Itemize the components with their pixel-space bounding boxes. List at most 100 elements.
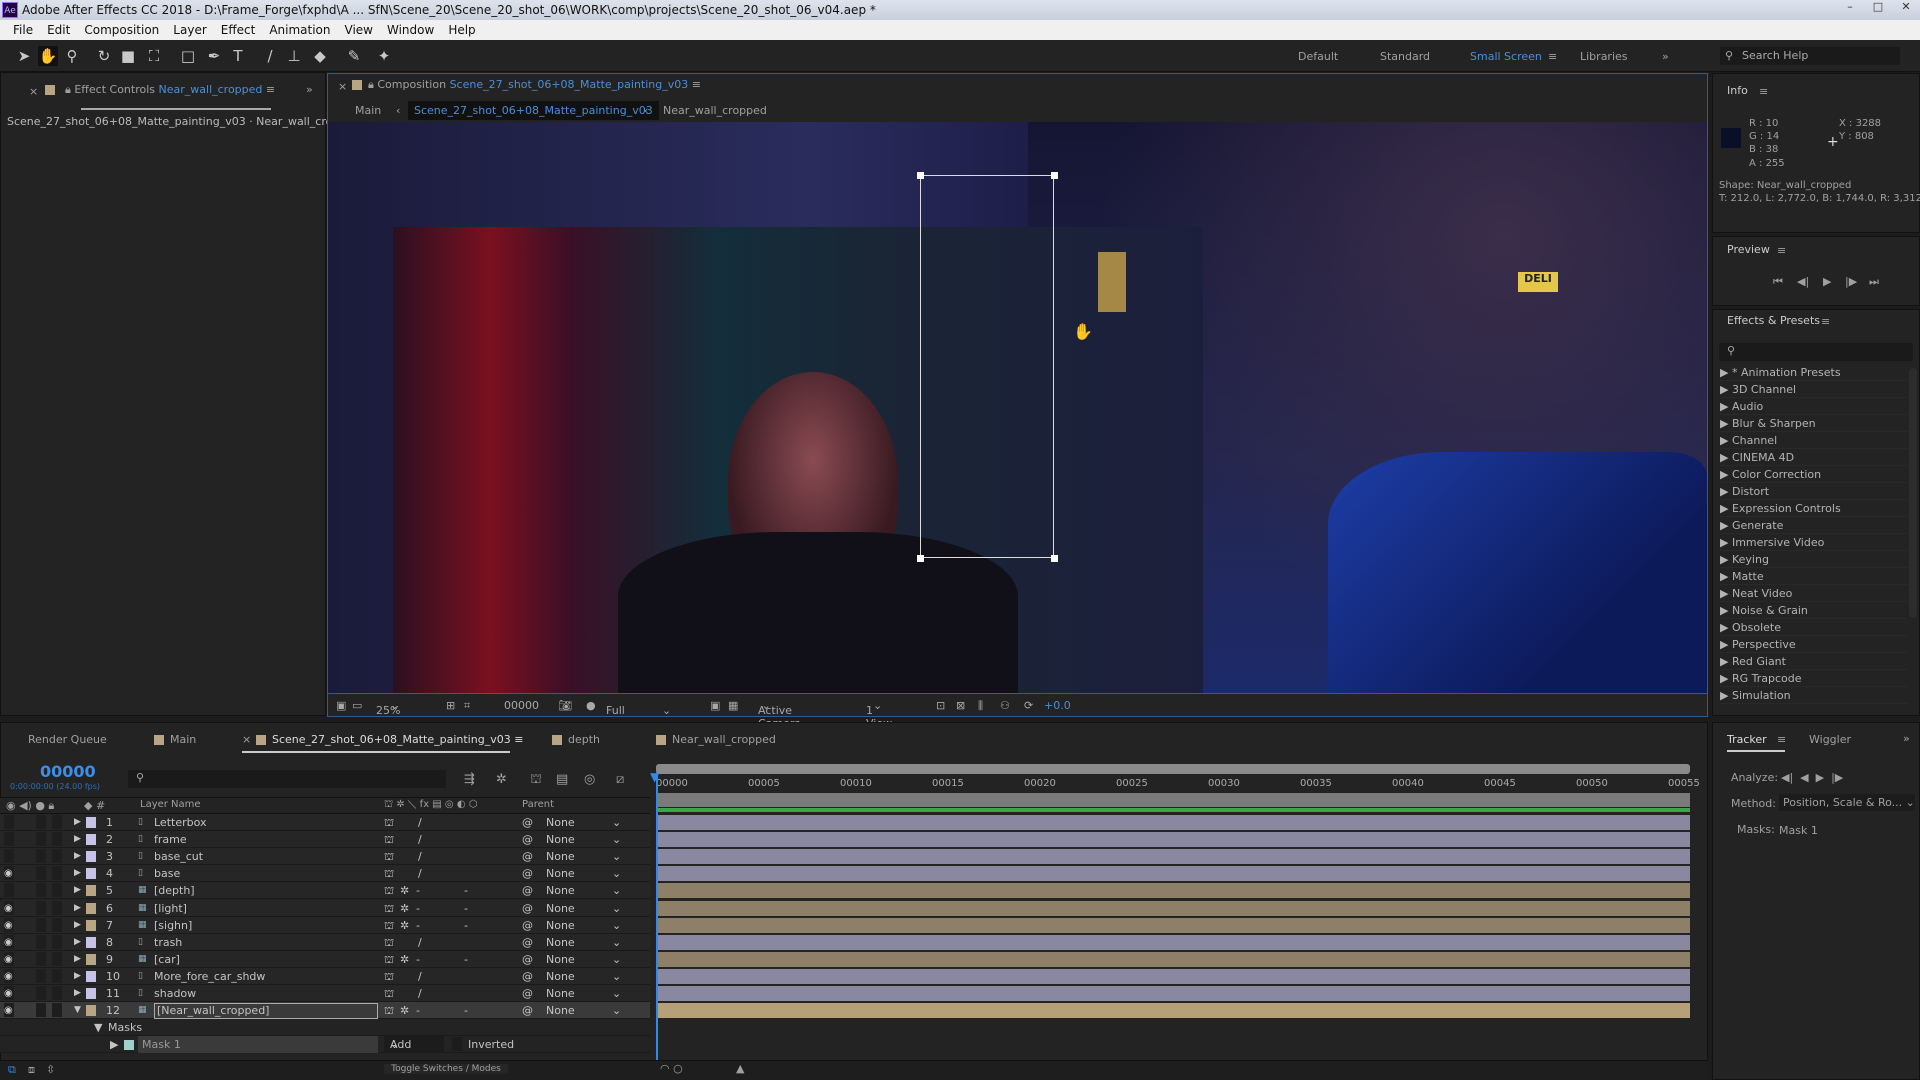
zoom-in-icon[interactable]: ▲	[736, 1062, 744, 1075]
shy-switch-icon[interactable]: ⛫	[384, 865, 394, 882]
pick-whip-icon[interactable]: @	[522, 934, 533, 951]
effect-category[interactable]: ▶ Distort	[1720, 483, 1908, 500]
mask-row[interactable]: ▶ Mask 1 Add ⌄ Inverted	[0, 1036, 650, 1053]
layer-name[interactable]: More_fore_car_shdw	[154, 968, 265, 985]
effect-category[interactable]: ▶ Perspective	[1720, 636, 1908, 653]
layer-row[interactable]: ◉ ▶ 8 ▯ trash ⛫ / @ None ⌄	[0, 933, 650, 951]
expand-panel-icon[interactable]: »	[306, 83, 313, 96]
layer-row[interactable]: ▶ 5 ▦ [depth] ⛫ ✲ - - @ None ⌄	[0, 882, 650, 900]
layer-row[interactable]: ▶ 1 ▯ Letterbox ⛫ / @ None ⌄	[0, 814, 650, 831]
layer-row[interactable]: ◉ ▶ 11 ▯ shadow ⛫ / @ None ⌄	[0, 985, 650, 1002]
toggle-pixel-aspect-icon[interactable]: ⊡	[936, 699, 945, 712]
shy-switch-icon[interactable]: ⛫	[384, 831, 394, 848]
shy-switch-icon[interactable]: ⛫	[384, 934, 394, 951]
visibility-toggle[interactable]: ◉	[4, 934, 14, 949]
layer-name[interactable]: base_cut	[154, 848, 203, 865]
solo-toggle[interactable]	[36, 832, 46, 847]
frame-blending-icon[interactable]: ▤	[556, 772, 568, 787]
play-icon[interactable]: ▶	[1823, 275, 1831, 288]
solo-toggle[interactable]	[36, 815, 46, 829]
tab-scene-27[interactable]: Scene_27_shot_06+08_Matte_painting_v03 ≡	[256, 733, 523, 746]
mask-vertex-handle[interactable]	[917, 555, 924, 562]
region-of-interest-icon[interactable]: ▣	[710, 699, 720, 712]
effect-category[interactable]: ▶ Channel	[1720, 432, 1908, 449]
quality-switch-icon[interactable]: /	[418, 831, 422, 848]
quality-switch-icon[interactable]: /	[418, 934, 422, 951]
layer-duration-bar[interactable]	[658, 917, 1690, 933]
shy-switch-icon[interactable]: ⛫	[384, 1002, 394, 1019]
layer-switches-icon[interactable]: ⧉	[8, 1063, 16, 1077]
workspace-libraries[interactable]: Libraries	[1580, 50, 1628, 63]
camera-dropdown[interactable]: Active Camera ⌄	[758, 699, 801, 730]
solo-toggle[interactable]	[36, 917, 46, 932]
lock-toggle[interactable]	[52, 849, 62, 864]
layer-row[interactable]: ◉ ▶ 6 ▦ [light] ⛫ ✲ - - @ None ⌄	[0, 899, 650, 917]
tab-main[interactable]: Main	[154, 733, 196, 746]
views-dropdown[interactable]: 1 View ⌄	[866, 699, 892, 730]
quality-switch-icon[interactable]: /	[418, 985, 422, 1002]
brush-tool-icon[interactable]: /	[260, 46, 280, 66]
panel-menu-icon[interactable]: ≡	[1759, 85, 1768, 98]
layer-row[interactable]: ▶ 3 ▯ base_cut ⛫ / @ None ⌄	[0, 848, 650, 866]
effect-category[interactable]: ▶ Blur & Sharpen	[1720, 415, 1908, 432]
visibility-toggle[interactable]: ◉	[4, 917, 14, 932]
effect-category[interactable]: ▶ * Animation Presets	[1720, 364, 1908, 381]
layer-name[interactable]: shadow	[154, 985, 196, 1002]
quality-switch-icon[interactable]: /	[418, 848, 422, 865]
lock-toggle[interactable]	[52, 900, 62, 915]
layer-name[interactable]: frame	[154, 831, 187, 848]
pick-whip-icon[interactable]: @	[522, 900, 533, 917]
expand-triangle-icon[interactable]: ▶	[110, 1036, 118, 1053]
puppet-tool-icon[interactable]: ✦	[374, 46, 394, 66]
shy-switch-icon[interactable]: ⛫	[384, 814, 394, 831]
mask-vertex-handle[interactable]	[917, 172, 924, 179]
close-tab-icon[interactable]: ×	[29, 85, 38, 98]
layer-row[interactable]: ▶ 2 ▯ frame ⛫ / @ None ⌄	[0, 831, 650, 849]
collapse-switch-icon[interactable]: ✲	[400, 900, 409, 917]
effect-category[interactable]: ▶ Simulation	[1720, 687, 1908, 704]
work-area-bar[interactable]	[656, 793, 1690, 807]
method-dropdown[interactable]: Position, Scale & Ro... ⌄	[1779, 794, 1915, 811]
motion-blur-switch[interactable]: -	[464, 917, 468, 934]
mask-visibility-icon[interactable]: ⌗	[464, 699, 470, 713]
panel-menu-icon[interactable]: ≡	[1821, 315, 1830, 328]
expand-triangle-icon[interactable]: ▶	[74, 814, 81, 831]
color-channels-icon[interactable]: ●	[586, 699, 596, 712]
effect-category[interactable]: ▶ 3D Channel	[1720, 381, 1908, 398]
quality-switch[interactable]: -	[416, 1002, 420, 1019]
menu-file[interactable]: File	[6, 20, 40, 40]
panel-menu-icon[interactable]: ≡	[692, 78, 701, 91]
quality-switch-icon[interactable]: /	[418, 814, 422, 831]
pick-whip-icon[interactable]: @	[522, 1002, 533, 1019]
menu-help[interactable]: Help	[441, 20, 482, 40]
solo-toggle[interactable]	[36, 883, 46, 898]
expand-triangle-icon[interactable]: ▶	[74, 951, 81, 968]
expand-triangle-icon[interactable]: ▶	[74, 968, 81, 985]
effect-category[interactable]: ▶ Matte	[1720, 568, 1908, 585]
shy-switch-icon[interactable]: ⛫	[384, 951, 394, 968]
visibility-toggle[interactable]: ◉	[4, 900, 14, 915]
transparency-grid-icon[interactable]: ▦	[728, 699, 738, 712]
last-frame-icon[interactable]: ⏭	[1869, 275, 1879, 289]
expand-triangle-icon[interactable]: ▶	[74, 831, 81, 848]
layer-row[interactable]: ◉ ▶ 4 ▯ base ⛫ / @ None ⌄	[0, 865, 650, 883]
solo-toggle[interactable]	[36, 849, 46, 864]
transfer-controls-icon[interactable]: ⧈	[28, 1063, 35, 1077]
pen-tool-icon[interactable]: ✒	[204, 46, 224, 66]
label-color[interactable]	[86, 1005, 96, 1017]
mask-vertex-handle[interactable]	[1051, 172, 1058, 179]
expand-triangle-icon[interactable]: ▶	[74, 865, 81, 882]
label-color[interactable]	[86, 834, 96, 846]
menu-window[interactable]: Window	[380, 20, 441, 40]
quality-switch[interactable]: -	[416, 917, 420, 934]
collapse-switch-icon[interactable]: ✲	[400, 917, 409, 934]
pick-whip-icon[interactable]: @	[522, 848, 533, 865]
lock-icon[interactable]: 🔒︎	[65, 83, 71, 96]
effect-category[interactable]: ▶ Obsolete	[1720, 619, 1908, 636]
close-button[interactable]: ✕	[1892, 0, 1920, 20]
pick-whip-icon[interactable]: @	[522, 951, 533, 968]
quality-switch-icon[interactable]: /	[418, 968, 422, 985]
hand-tool-icon[interactable]: ✋	[38, 46, 58, 66]
zoom-out-icon[interactable]: ◠ ○	[660, 1062, 683, 1075]
effect-category[interactable]: ▶ Neat Video	[1720, 585, 1908, 602]
